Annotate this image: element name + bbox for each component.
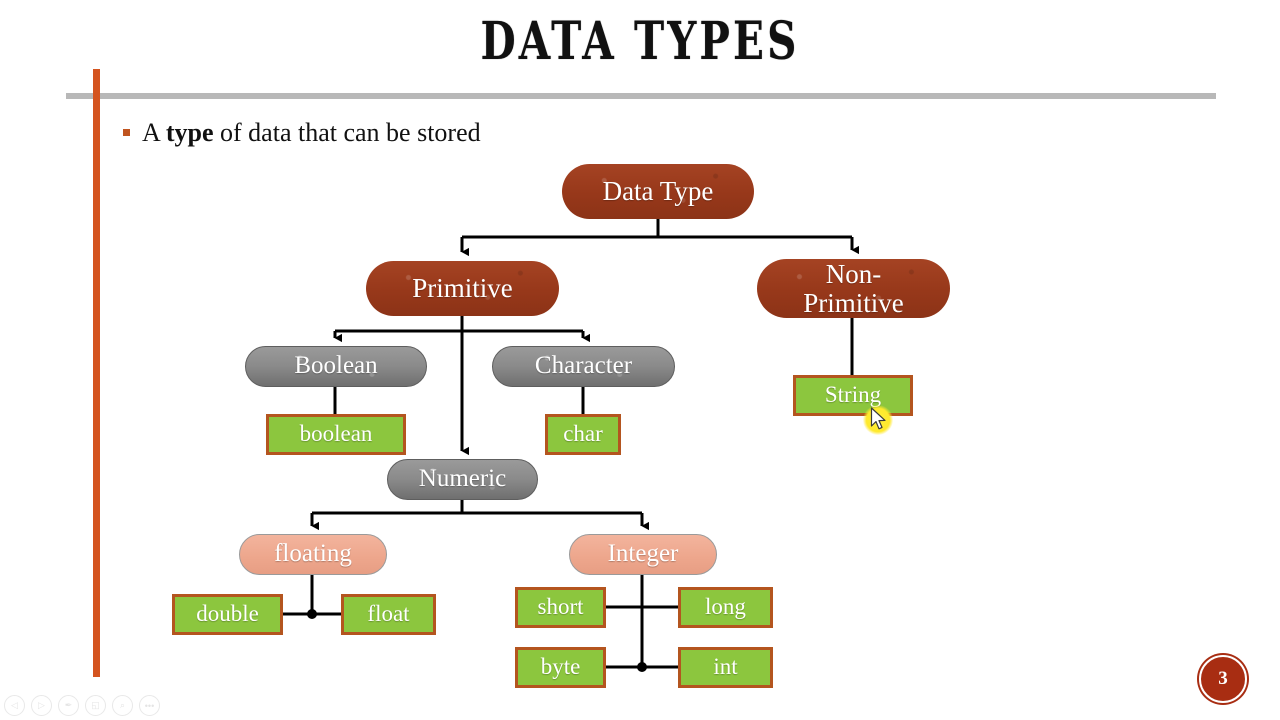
tree-node-primitive: Primitive (366, 261, 559, 316)
tree-node-character: Character (492, 346, 675, 387)
tree-node-long-leaf: long (678, 587, 773, 628)
tree-node-boolean-leaf: boolean (266, 414, 406, 455)
tree-node-double-leaf: double (172, 594, 283, 635)
tree-node-char-leaf: char (545, 414, 621, 455)
presentation-toolbar[interactable]: ◁ ▷ ✒ ◱ ⌕ ••• (4, 695, 160, 716)
zoom-button[interactable]: ⌕ (112, 695, 133, 716)
tree-node-data-type: Data Type (562, 164, 754, 219)
tree-node-float-leaf: float (341, 594, 436, 635)
slide-number-badge: 3 (1199, 655, 1247, 703)
tree-node-byte-leaf: byte (515, 647, 606, 688)
slides-overview-button[interactable]: ◱ (85, 695, 106, 716)
tree-node-floating: floating (239, 534, 387, 575)
tree-node-numeric: Numeric (387, 459, 538, 500)
previous-slide-button[interactable]: ◁ (4, 695, 25, 716)
mouse-cursor-icon (870, 407, 886, 430)
tree-node-non-primitive: Non- Primitive (757, 259, 950, 318)
data-type-tree-diagram: Data Type Primitive Non- Primitive Boolean C… (0, 0, 1280, 720)
tree-node-string: String (793, 375, 913, 416)
more-options-button[interactable]: ••• (139, 695, 160, 716)
tree-node-boolean: Boolean (245, 346, 427, 387)
presentation-slide: DATA TYPES A type of data that can be st… (0, 0, 1280, 720)
tree-node-short-leaf: short (515, 587, 606, 628)
tree-node-int-leaf: int (678, 647, 773, 688)
pen-tool-button[interactable]: ✒ (58, 695, 79, 716)
tree-node-integer: Integer (569, 534, 717, 575)
next-slide-button[interactable]: ▷ (31, 695, 52, 716)
